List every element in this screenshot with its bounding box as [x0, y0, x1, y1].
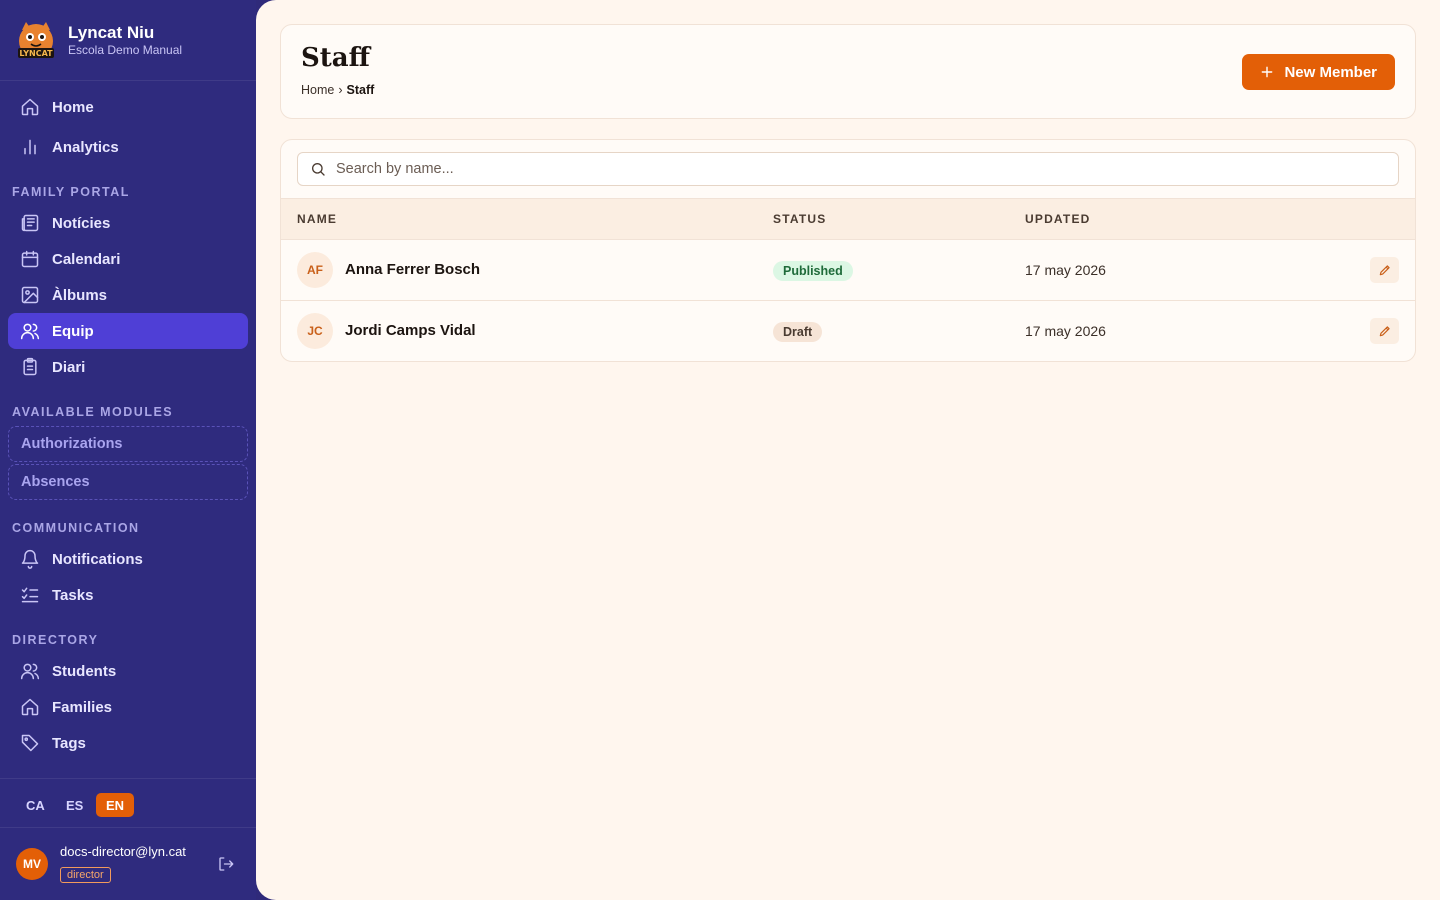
role-badge: director: [60, 867, 111, 883]
school-name: Escola Demo Manual: [68, 43, 183, 57]
section-directory: DIRECTORY: [12, 633, 99, 647]
users-icon: [20, 663, 40, 680]
edit-button[interactable]: [1370, 318, 1399, 344]
page-header: Staff Home › Staff New Member: [280, 24, 1416, 119]
pencil-icon: [1379, 265, 1390, 276]
sidebar-item-noticies[interactable]: Notícies: [8, 205, 248, 241]
sidebar-item-label: Families: [52, 698, 113, 716]
edit-button[interactable]: [1370, 257, 1399, 283]
section-communication: COMMUNICATION: [12, 521, 140, 535]
column-status[interactable]: STATUS: [773, 212, 826, 226]
member-name: Anna Ferrer Bosch: [345, 261, 481, 278]
breadcrumb-home[interactable]: Home: [301, 83, 334, 97]
table-row[interactable]: AF Anna Ferrer Bosch Published 17 may 20…: [281, 240, 1415, 301]
sidebar-item-tags[interactable]: Tags: [8, 725, 248, 761]
calendar-icon: [21, 250, 39, 268]
lang-es[interactable]: ES: [58, 793, 91, 817]
page-title: Staff: [301, 43, 370, 73]
new-member-button[interactable]: New Member: [1242, 54, 1395, 90]
sidebar-item-label: Diari: [52, 358, 86, 376]
sidebar-item-families[interactable]: Families: [8, 689, 248, 725]
table-header: NAME STATUS UPDATED: [281, 198, 1415, 240]
sidebar-item-home[interactable]: Home: [8, 89, 248, 125]
sidebar-item-notifications[interactable]: Notifications: [8, 541, 248, 577]
module-absences[interactable]: Absences: [8, 464, 248, 500]
sidebar-item-diari[interactable]: Diari: [8, 349, 248, 385]
bell-icon: [21, 549, 39, 569]
breadcrumb-current: Staff: [346, 83, 375, 97]
tag-icon: [21, 734, 39, 752]
sidebar-item-tasks[interactable]: Tasks: [8, 577, 248, 613]
newspaper-icon: [21, 214, 39, 232]
table-row[interactable]: JC Jordi Camps Vidal Draft 17 may 2026: [281, 301, 1415, 361]
list-checks-icon: [21, 587, 39, 603]
sidebar-item-label: Tags: [52, 734, 86, 752]
sidebar-item-label: Notícies: [52, 214, 111, 232]
user-email: docs-director@lyn.cat: [60, 844, 186, 859]
sidebar-item-label: Notifications: [52, 550, 143, 568]
updated-date: 17 may 2026: [1025, 323, 1106, 339]
brand: LYNCAT Lyncat Niu Escola Demo Manual: [0, 0, 256, 81]
sidebar: LYNCAT Lyncat Niu Escola Demo Manual Hom…: [0, 0, 256, 900]
users-icon: [20, 323, 40, 340]
home-icon: [21, 98, 39, 116]
staff-table-card: NAME STATUS UPDATED AF Anna Ferrer Bosch…: [280, 139, 1416, 362]
avatar: JC: [297, 313, 333, 349]
bar-chart-icon: [24, 139, 36, 155]
image-icon: [21, 286, 39, 304]
status-badge: Published: [773, 261, 853, 281]
avatar: MV: [16, 848, 48, 880]
sidebar-item-equip[interactable]: Equip: [8, 313, 248, 349]
lyncat-logo: LYNCAT: [18, 22, 54, 58]
status-badge: Draft: [773, 322, 823, 342]
section-family-portal: FAMILY PORTAL: [12, 185, 130, 199]
column-name[interactable]: NAME: [297, 212, 337, 226]
sidebar-item-label: Students: [52, 662, 117, 680]
app-name: Lyncat Niu: [68, 23, 155, 42]
sidebar-item-label: Home: [52, 98, 94, 116]
member-name: Jordi Camps Vidal: [345, 322, 476, 339]
search-input[interactable]: [336, 161, 1398, 177]
sidebar-item-label: Analytics: [52, 138, 119, 156]
home-icon: [21, 698, 39, 716]
sidebar-item-label: Àlbums: [52, 286, 108, 304]
search-box[interactable]: [297, 152, 1399, 186]
sidebar-item-label: Tasks: [52, 586, 94, 604]
breadcrumb-separator: ›: [338, 83, 343, 97]
sidebar-item-albums[interactable]: Àlbums: [8, 277, 248, 313]
new-member-label: New Member: [1284, 63, 1377, 81]
sidebar-item-label: Calendari: [52, 250, 121, 268]
lang-ca[interactable]: CA: [18, 793, 53, 817]
column-updated[interactable]: UPDATED: [1025, 212, 1091, 226]
avatar: AF: [297, 252, 333, 288]
main-content: Staff Home › Staff New Member NAME STATU…: [256, 0, 1440, 900]
pencil-icon: [1379, 326, 1390, 337]
sidebar-item-students[interactable]: Students: [8, 653, 248, 689]
lang-en[interactable]: EN: [96, 793, 135, 817]
language-switcher: CA ES EN: [0, 778, 256, 828]
search-icon: [312, 163, 325, 176]
sidebar-item-analytics[interactable]: Analytics: [8, 129, 248, 165]
plus-icon: [1262, 66, 1273, 78]
svg-text:LYNCAT: LYNCAT: [19, 49, 53, 58]
breadcrumb: Home › Staff: [301, 83, 374, 97]
module-authorizations[interactable]: Authorizations: [8, 426, 248, 462]
sidebar-item-calendari[interactable]: Calendari: [8, 241, 248, 277]
updated-date: 17 may 2026: [1025, 262, 1106, 278]
sidebar-item-label: Equip: [52, 322, 94, 340]
section-available-modules: AVAILABLE MODULES: [12, 405, 174, 419]
clipboard-icon: [23, 357, 37, 376]
logout-icon[interactable]: [217, 855, 235, 873]
